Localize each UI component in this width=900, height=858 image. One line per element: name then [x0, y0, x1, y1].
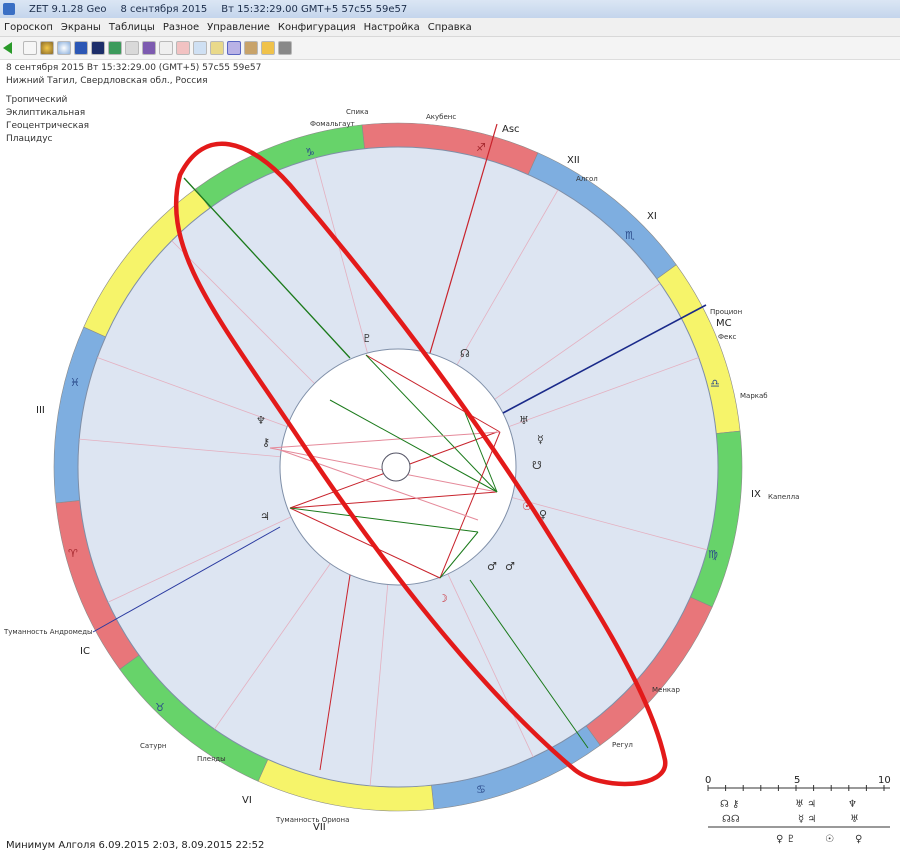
star-pleiades: Плеяды — [197, 755, 226, 763]
house-xi: XI — [647, 211, 657, 222]
leo-icon: ♍ — [708, 548, 718, 561]
neptune-icon[interactable]: ♆ — [256, 414, 266, 427]
svg-text:☊ ⚷: ☊ ⚷ — [720, 799, 739, 810]
star-orion: Туманность Ориона — [275, 816, 349, 824]
pluto-icon[interactable]: ♇ — [362, 332, 372, 345]
svg-text:☿ ♃: ☿ ♃ — [798, 814, 816, 825]
taurus-icon: ♉ — [155, 701, 165, 714]
star-saturn: Сатурн — [140, 742, 166, 750]
house-vi: VI — [242, 795, 252, 806]
svg-text:♆: ♆ — [848, 799, 857, 810]
star-andromeda: Туманность Андромеды — [3, 628, 93, 636]
cancer-icon: ♋ — [476, 783, 486, 796]
virgo-icon: ♎ — [710, 377, 720, 390]
aspect-scale: 0 5 10 ☊ ⚷ ♅ ♃ ♆ ☊☊ ☿ ♃ ♅ ♀ ♇ ☉ ♀ — [705, 775, 891, 845]
aries-icon: ♈ — [68, 547, 78, 560]
north-node-icon[interactable]: ☊ — [460, 347, 470, 360]
house-xii: XII — [567, 155, 580, 166]
star-regulus: Регул — [612, 741, 633, 749]
svg-text:☉: ☉ — [825, 834, 834, 845]
scale-glyphs: ☊ ⚷ ♅ ♃ ♆ ☊☊ ☿ ♃ ♅ ♀ ♇ ☉ ♀ — [720, 799, 862, 845]
scale-tick-5: 5 — [794, 775, 800, 786]
pisces-icon: ♓ — [70, 376, 80, 389]
horoscope-wheel[interactable]: Asc MC IC XII XI III IX VI VII Спика Фом… — [0, 0, 900, 858]
star-fomalhaut: Фомальгаут — [310, 120, 355, 128]
mercury-icon[interactable]: ☿ — [537, 433, 544, 446]
asc-label: Asc — [502, 124, 520, 135]
svg-text:♅: ♅ — [850, 814, 859, 825]
jupiter-icon[interactable]: ♃ — [260, 510, 270, 523]
svg-text:☊☊: ☊☊ — [722, 814, 740, 825]
star-acubens: Акубенс — [426, 113, 456, 121]
south-node-icon[interactable]: ☋ — [532, 459, 542, 472]
chiron-icon[interactable]: ⚷ — [262, 436, 270, 449]
moon-icon[interactable]: ☽ — [438, 592, 448, 605]
svg-text:♅ ♃: ♅ ♃ — [795, 799, 816, 810]
star-capella: Капелла — [768, 493, 799, 501]
scorpio-icon: ♐ — [476, 141, 486, 154]
scale-tick-10: 10 — [878, 775, 891, 786]
house-iii: III — [36, 405, 45, 416]
star-markab: Маркаб — [740, 392, 768, 400]
libra-icon: ♏ — [625, 229, 635, 242]
mars-2-icon[interactable]: ♂ — [505, 560, 515, 573]
status-line: Минимум Алголя 6.09.2015 2:03, 8.09.2015… — [6, 840, 265, 851]
uranus-icon[interactable]: ♅ — [519, 414, 529, 427]
star-algol: Алгол — [576, 175, 598, 183]
capricorn-icon: ♑ — [305, 146, 315, 159]
scale-tick-0: 0 — [705, 775, 711, 786]
mc-label: MC — [716, 318, 732, 329]
star-ferox: Фекс — [718, 333, 737, 341]
mars-icon[interactable]: ♂ — [487, 560, 497, 573]
svg-text:♀: ♀ — [855, 834, 862, 845]
star-menkar: Менкар — [652, 686, 680, 694]
house-ix: IX — [751, 489, 761, 500]
svg-text:♀ ♇: ♀ ♇ — [776, 834, 795, 845]
star-spica: Спика — [346, 108, 369, 116]
star-procyon: Процион — [710, 308, 742, 316]
ic-label: IC — [80, 646, 90, 657]
center-circle — [381, 452, 411, 482]
